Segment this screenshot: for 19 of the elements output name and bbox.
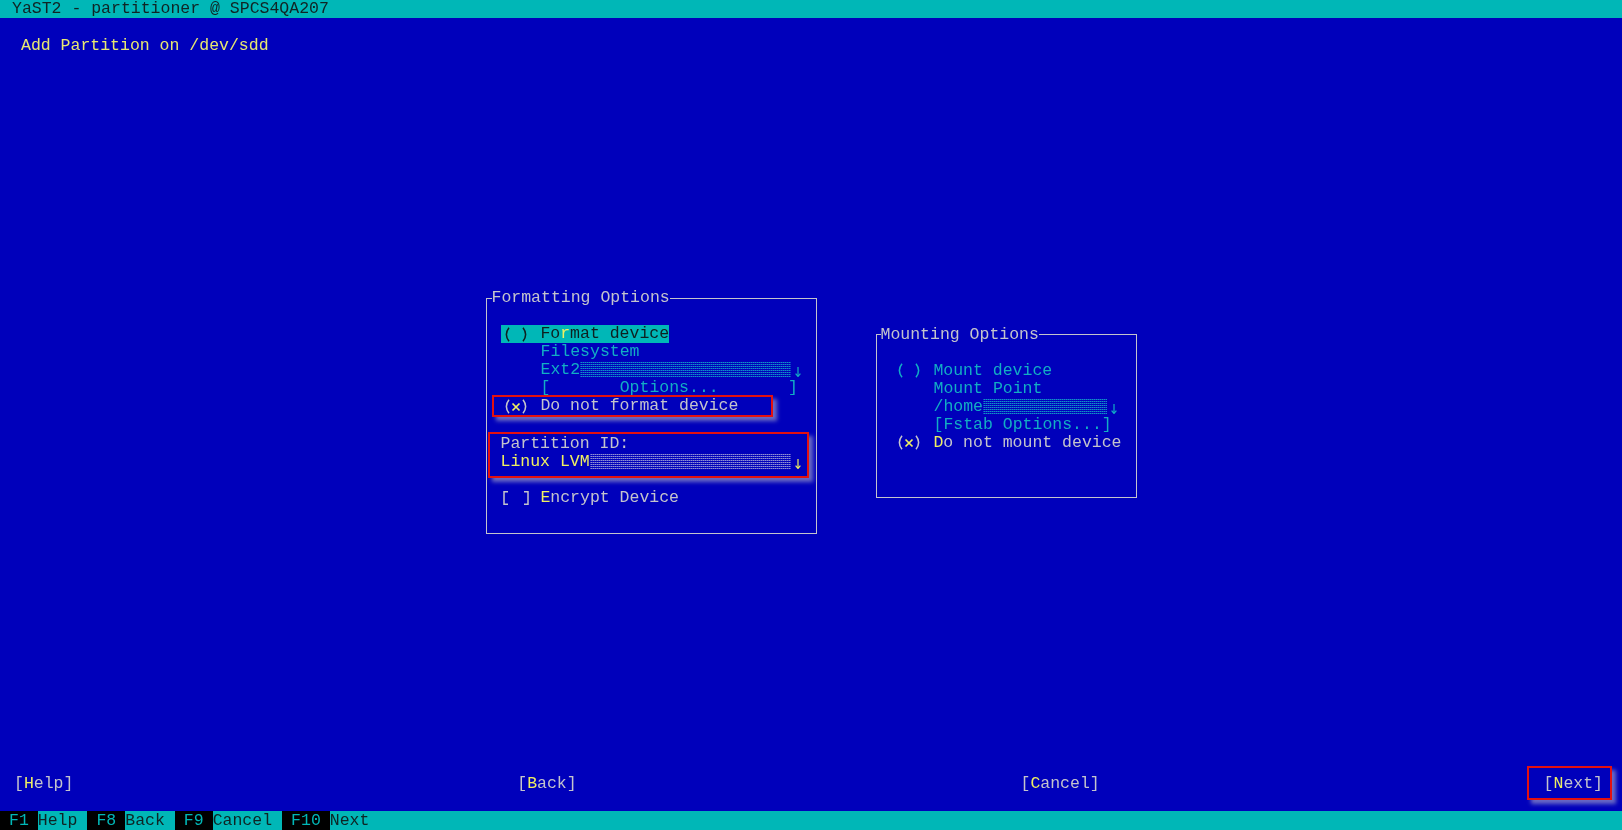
down-arrow-icon (794, 459, 801, 469)
down-arrow-icon (1110, 403, 1117, 414)
field-label: Filesystem (540, 343, 641, 361)
panel-title: Formatting Options (491, 289, 670, 307)
checkbox-option[interactable]: Encrypt Device (500, 489, 680, 507)
radio-option[interactable]: Do not format device (500, 397, 739, 415)
dialog-button[interactable]: [Back] (517, 775, 577, 793)
panel-title: Mounting Options (880, 325, 1039, 344)
dialog-button[interactable]: [Help] (14, 775, 74, 793)
radio-option[interactable]: Format device (500, 325, 670, 343)
field-label: Mount Point (933, 379, 1044, 398)
down-arrow-icon (794, 367, 801, 377)
dialog-heading: Add Partition on /dev/sdd (20, 37, 270, 55)
field-label: Partition ID: (500, 435, 631, 453)
dialog-button[interactable]: [Cancel] (1020, 775, 1100, 793)
radio-option[interactable]: Do not mount device (893, 433, 1122, 452)
checkbox-icon[interactable] (502, 491, 529, 505)
window-title: YaST2 - partitioner @ SPCS4QA207 (12, 0, 329, 18)
dialog-button[interactable]: [Next] (1543, 775, 1603, 793)
